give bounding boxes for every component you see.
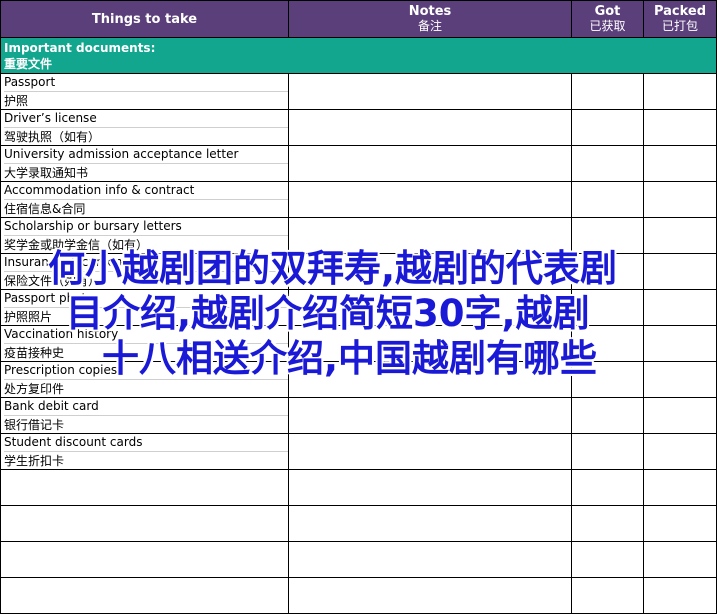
header-packed-en: Packed: [653, 4, 707, 19]
header-got: Got 已获取: [571, 0, 644, 38]
got-cell[interactable]: [571, 325, 644, 362]
packed-cell[interactable]: [643, 73, 717, 110]
got-cell[interactable]: [571, 577, 644, 614]
empty-row: [0, 577, 717, 614]
notes-cell[interactable]: [288, 253, 572, 290]
packed-cell[interactable]: [643, 145, 717, 182]
table-row: Student discount cards 学生折扣卡: [0, 433, 717, 470]
item-name-cell[interactable]: Insurance documents 保险文件（如有）: [0, 253, 289, 290]
packed-cell[interactable]: [643, 433, 717, 470]
checklist-table: Things to take Notes 备注 Got 已获取 Packed 已…: [0, 0, 717, 614]
notes-cell[interactable]: [288, 109, 572, 146]
notes-cell[interactable]: [288, 361, 572, 398]
notes-cell[interactable]: [288, 145, 572, 182]
table-row: Accommodation info & contract 住宿信息&合同: [0, 181, 717, 218]
header-things: Things to take: [0, 0, 289, 38]
notes-cell[interactable]: [288, 73, 572, 110]
header-things-label: Things to take: [91, 11, 198, 27]
table-row: Insurance documents 保险文件（如有）: [0, 253, 717, 290]
table-row: Driver’s license 驾驶执照（如有）: [0, 109, 717, 146]
notes-cell[interactable]: [288, 469, 572, 506]
item-name-cell[interactable]: University admission acceptance letter 大学…: [0, 145, 289, 182]
packed-cell[interactable]: [643, 469, 717, 506]
item-name-cell[interactable]: Bank debit card 银行借记卡: [0, 397, 289, 434]
table-row: Scholarship or bursary letters 奖学金或助学金信（如…: [0, 217, 717, 254]
item-name-cell[interactable]: Accommodation info & contract 住宿信息&合同: [0, 181, 289, 218]
table-row: Passport 护照: [0, 73, 717, 110]
item-name-cell[interactable]: Passport 护照: [0, 73, 289, 110]
section-label: Important documents: 重要文件: [0, 37, 717, 74]
packed-cell[interactable]: [643, 289, 717, 326]
notes-cell[interactable]: [288, 325, 572, 362]
table-row: University admission acceptance letter 大学…: [0, 145, 717, 182]
header-packed: Packed 已打包: [643, 0, 717, 38]
packed-cell[interactable]: [643, 397, 717, 434]
packed-cell[interactable]: [643, 541, 717, 578]
got-cell[interactable]: [571, 181, 644, 218]
notes-cell[interactable]: [288, 181, 572, 218]
table-row: Bank debit card 银行借记卡: [0, 397, 717, 434]
got-cell[interactable]: [571, 145, 644, 182]
notes-cell[interactable]: [288, 397, 572, 434]
got-cell[interactable]: [571, 109, 644, 146]
notes-cell[interactable]: [288, 577, 572, 614]
notes-cell[interactable]: [288, 289, 572, 326]
packed-cell[interactable]: [643, 253, 717, 290]
empty-row: [0, 505, 717, 542]
got-cell[interactable]: [571, 73, 644, 110]
got-cell[interactable]: [571, 397, 644, 434]
got-cell[interactable]: [571, 433, 644, 470]
packed-cell[interactable]: [643, 325, 717, 362]
header-notes-en: Notes: [408, 4, 452, 19]
packed-cell[interactable]: [643, 505, 717, 542]
table-row: Prescription copies 处方复印件: [0, 361, 717, 398]
notes-cell[interactable]: [288, 433, 572, 470]
item-name-cell[interactable]: [0, 577, 289, 614]
header-got-en: Got: [594, 4, 621, 19]
item-name-cell[interactable]: [0, 505, 289, 542]
got-cell[interactable]: [571, 505, 644, 542]
header-notes: Notes 备注: [288, 0, 572, 38]
table-row: Vaccination history 疫苗接种史: [0, 325, 717, 362]
got-cell[interactable]: [571, 217, 644, 254]
notes-cell[interactable]: [288, 217, 572, 254]
packed-cell[interactable]: [643, 181, 717, 218]
got-cell[interactable]: [571, 361, 644, 398]
section-row-important-documents: Important documents: 重要文件: [0, 37, 717, 74]
notes-cell[interactable]: [288, 541, 572, 578]
item-name-cell[interactable]: Scholarship or bursary letters 奖学金或助学金信（如…: [0, 217, 289, 254]
header-notes-zh: 备注: [417, 19, 442, 33]
packed-cell[interactable]: [643, 109, 717, 146]
empty-row: [0, 469, 717, 506]
checklist-sheet: Things to take Notes 备注 Got 已获取 Packed 已…: [0, 0, 717, 614]
packed-cell[interactable]: [643, 361, 717, 398]
section-label-zh: 重要文件: [4, 56, 53, 71]
packed-cell[interactable]: [643, 577, 717, 614]
notes-cell[interactable]: [288, 505, 572, 542]
item-name-cell[interactable]: [0, 469, 289, 506]
table-row: Passport photos 护照照片: [0, 289, 717, 326]
header-row: Things to take Notes 备注 Got 已获取 Packed 已…: [0, 0, 717, 38]
packed-cell[interactable]: [643, 217, 717, 254]
got-cell[interactable]: [571, 541, 644, 578]
item-name-cell[interactable]: Vaccination history 疫苗接种史: [0, 325, 289, 362]
empty-row: [0, 541, 717, 578]
got-cell[interactable]: [571, 469, 644, 506]
item-name-cell[interactable]: Passport photos 护照照片: [0, 289, 289, 326]
item-name-cell[interactable]: [0, 541, 289, 578]
item-name-cell[interactable]: Prescription copies 处方复印件: [0, 361, 289, 398]
item-name-cell[interactable]: Driver’s license 驾驶执照（如有）: [0, 109, 289, 146]
header-got-zh: 已获取: [589, 19, 626, 33]
got-cell[interactable]: [571, 253, 644, 290]
got-cell[interactable]: [571, 289, 644, 326]
section-label-en: Important documents:: [4, 40, 156, 55]
item-name-cell[interactable]: Student discount cards 学生折扣卡: [0, 433, 289, 470]
header-packed-zh: 已打包: [661, 19, 698, 33]
